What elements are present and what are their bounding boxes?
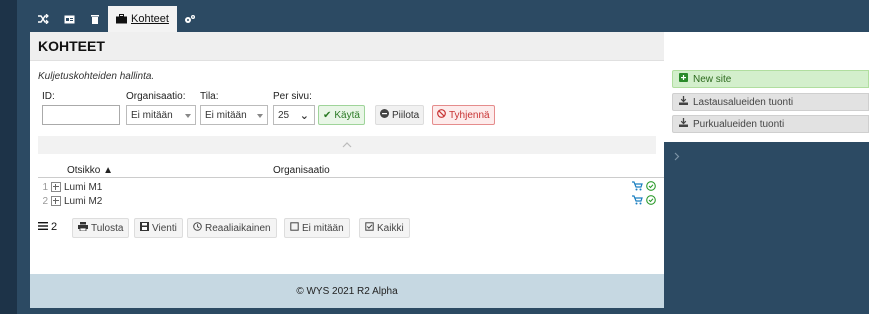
- organisation-label: Organisaatio:: [126, 91, 186, 102]
- plus-square-icon: [679, 73, 688, 85]
- tab-kohteet-label: Kohteet: [131, 13, 169, 25]
- tab-cogs[interactable]: [177, 6, 203, 32]
- id-input[interactable]: [42, 105, 120, 125]
- list-icon: [38, 221, 48, 233]
- clear-button-label: Tyhjennä: [449, 109, 490, 121]
- table-row[interactable]: 2 Lumi M2: [38, 194, 664, 208]
- organisation-select[interactable]: Ei mitään: [126, 105, 196, 125]
- tila-label: Tila:: [200, 91, 219, 102]
- cogs-icon: [184, 14, 196, 24]
- clear-button[interactable]: Tyhjennä: [432, 105, 495, 125]
- row-number: 1: [42, 181, 48, 193]
- chevron-down-icon: ⌄: [299, 110, 309, 122]
- tab-id-card[interactable]: [56, 6, 82, 32]
- import-loading-areas-button[interactable]: Lastausalueiden tuonti: [672, 93, 869, 111]
- tab-shuffle[interactable]: [30, 6, 56, 32]
- expand-icon[interactable]: [51, 182, 61, 192]
- row-icons: [632, 180, 656, 194]
- check-icon: ✔: [323, 109, 332, 121]
- realtime-button-label: Reaaliaikainen: [205, 222, 271, 234]
- tab-bar: Kohteet: [30, 6, 203, 32]
- per-page-select[interactable]: 25 ⌄: [273, 105, 315, 125]
- table-row[interactable]: 1 Lumi M1: [38, 180, 664, 194]
- expand-icon[interactable]: [51, 196, 61, 206]
- download-icon: [679, 118, 688, 130]
- table-header-divider: [38, 177, 664, 178]
- download-icon: [679, 96, 688, 108]
- apply-button-label: Käytä: [334, 109, 360, 121]
- column-header-organisation[interactable]: Organisaatio: [273, 165, 330, 176]
- save-icon: [140, 222, 149, 234]
- export-button-label: Vienti: [152, 222, 177, 234]
- import-unloading-areas-button[interactable]: Purkualueiden tuonti: [672, 115, 869, 133]
- page-header: KOHTEET: [30, 32, 664, 61]
- footer-text: © WYS 2021 R2 Alpha: [296, 285, 398, 297]
- apply-button[interactable]: ✔ Käytä: [318, 105, 365, 125]
- select-all-button-label: Kaikki: [377, 222, 404, 234]
- page-description: Kuljetuskohteiden hallinta.: [38, 71, 155, 82]
- select-none-button-label: Ei mitään: [302, 222, 344, 234]
- tab-kohteet[interactable]: Kohteet: [108, 6, 177, 32]
- new-site-button[interactable]: New site: [672, 70, 869, 88]
- page-title: KOHTEET: [38, 38, 105, 54]
- chevron-right-icon[interactable]: [674, 152, 680, 164]
- import-loading-areas-label: Lastausalueiden tuonti: [693, 96, 794, 108]
- check-square-icon: [365, 222, 374, 234]
- tab-trash[interactable]: [82, 6, 108, 32]
- cart-icon[interactable]: [632, 180, 643, 194]
- row-title: Lumi M2: [64, 195, 103, 207]
- print-icon: [78, 222, 88, 234]
- square-icon: [290, 222, 299, 234]
- briefcase-icon: [116, 14, 127, 24]
- shuffle-icon: [37, 14, 49, 24]
- print-button-label: Tulosta: [91, 222, 124, 234]
- row-icons: [632, 194, 656, 208]
- caret-down-icon: [257, 114, 263, 118]
- per-page-label: Per sivu:: [273, 91, 312, 102]
- caret-down-icon: [185, 114, 191, 118]
- per-page-select-value: 25: [278, 109, 290, 121]
- collapse-filters-bar[interactable]: [38, 136, 656, 154]
- id-label: ID:: [42, 91, 55, 102]
- ban-icon: [437, 109, 446, 121]
- row-number: 2: [42, 195, 48, 207]
- chevron-up-icon: [342, 139, 352, 151]
- trash-icon: [91, 14, 99, 24]
- select-all-button[interactable]: Kaikki: [359, 218, 410, 238]
- minus-circle-icon: [380, 109, 389, 121]
- select-none-button[interactable]: Ei mitään: [284, 218, 350, 238]
- row-count: 2: [38, 221, 57, 233]
- print-button[interactable]: Tulosta: [72, 218, 130, 238]
- export-button[interactable]: Vienti: [134, 218, 183, 238]
- realtime-button[interactable]: Reaaliaikainen: [187, 218, 277, 238]
- row-title: Lumi M1: [64, 181, 103, 193]
- main-panel: KOHTEET Kuljetuskohteiden hallinta. ID: …: [30, 32, 664, 308]
- check-circle-icon[interactable]: [646, 194, 656, 208]
- import-unloading-areas-label: Purkualueiden tuonti: [693, 118, 785, 130]
- new-site-button-label: New site: [693, 73, 732, 85]
- organisation-select-value: Ei mitään: [131, 109, 173, 121]
- tila-select[interactable]: Ei mitään: [200, 105, 268, 125]
- row-count-value: 2: [51, 221, 58, 233]
- hide-button-label: Piilota: [392, 109, 420, 121]
- cart-icon[interactable]: [632, 194, 643, 208]
- id-card-icon: [64, 15, 75, 24]
- footer: © WYS 2021 R2 Alpha: [30, 274, 664, 308]
- clock-icon: [193, 222, 202, 234]
- hide-button[interactable]: Piilota: [375, 105, 425, 125]
- left-edge-strip: [0, 0, 17, 314]
- column-header-title[interactable]: Otsikko ▲: [67, 165, 113, 176]
- tila-select-value: Ei mitään: [205, 109, 247, 121]
- check-circle-icon[interactable]: [646, 180, 656, 194]
